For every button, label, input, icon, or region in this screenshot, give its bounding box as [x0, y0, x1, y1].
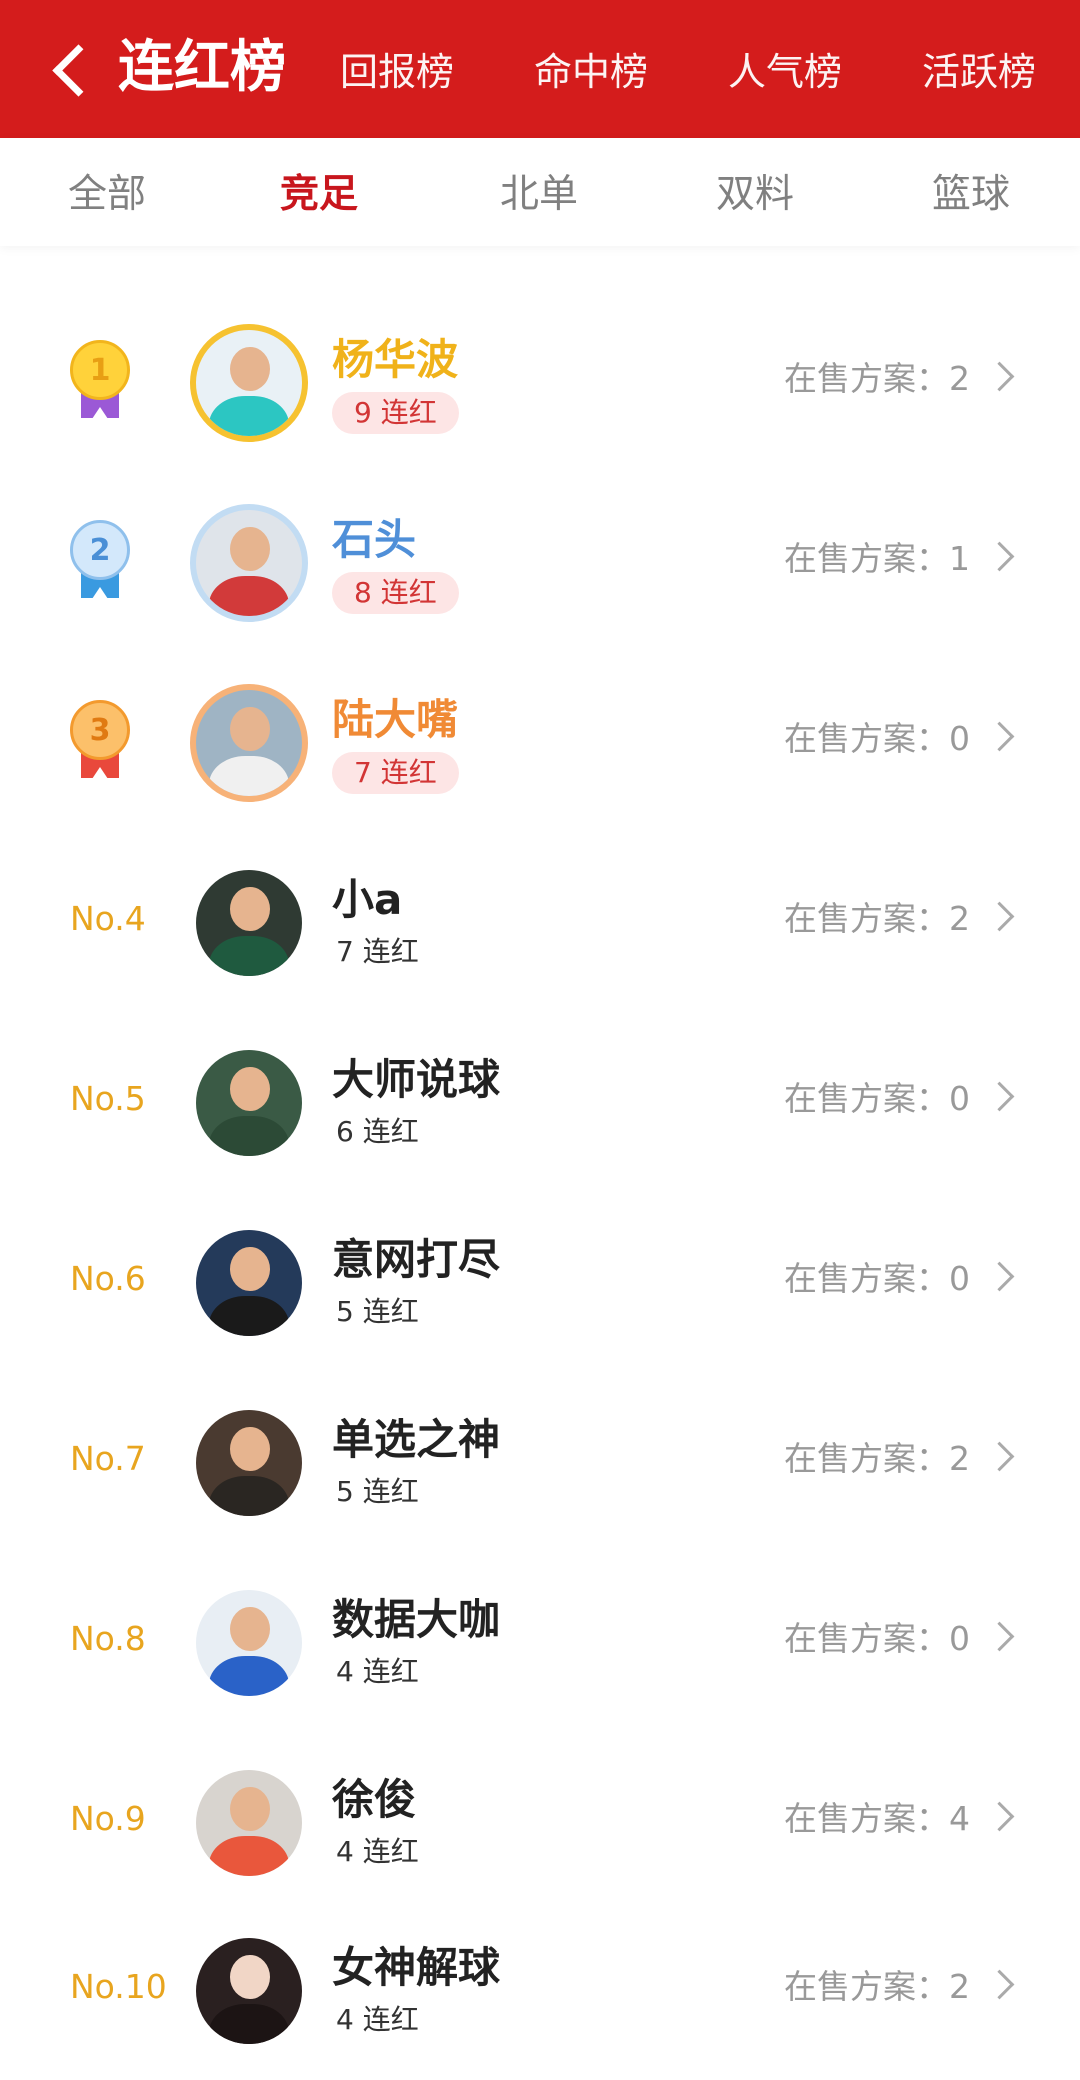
- expert-name[interactable]: 石头: [332, 512, 416, 568]
- rank-number: No.7: [70, 1439, 146, 1478]
- expert-name[interactable]: 小a: [332, 872, 402, 928]
- streak-count: 4 连红: [336, 2003, 419, 2036]
- chevron-right-icon: [984, 1969, 1015, 2000]
- streak-count: 5 连红: [336, 1475, 419, 1508]
- streak-count: 4 连红: [336, 1835, 419, 1868]
- list-item[interactable]: 1 杨华波 9 连红 在售方案：2: [0, 292, 1080, 472]
- list-item[interactable]: No.8 数据大咖 4 连红 在售方案：0: [0, 1552, 1080, 1732]
- avatar[interactable]: [196, 1938, 302, 2044]
- chevron-right-icon: [984, 1441, 1015, 1472]
- on-sale-plans[interactable]: 在售方案：0: [784, 1254, 970, 1304]
- streak-count: 5 连红: [336, 1295, 419, 1328]
- list-item[interactable]: No.6 意网打尽 5 连红 在售方案：0: [0, 1192, 1080, 1372]
- on-sale-plans[interactable]: 在售方案：0: [784, 1074, 970, 1124]
- rank-number: No.9: [70, 1799, 146, 1838]
- avatar[interactable]: [190, 324, 308, 442]
- avatar[interactable]: [196, 1050, 302, 1156]
- top-nav-bar: 连红榜 回报榜 命中榜 人气榜 活跃榜: [0, 0, 1080, 138]
- silver-medal-icon: 2: [68, 520, 132, 600]
- on-sale-plans[interactable]: 在售方案：4: [784, 1794, 970, 1844]
- streak-badge: 9 连红: [332, 392, 459, 434]
- expert-name[interactable]: 徐俊: [332, 1772, 416, 1828]
- page-title: 连红榜: [118, 35, 286, 100]
- rank-number: No.4: [70, 899, 146, 938]
- chevron-right-icon: [984, 1081, 1015, 1112]
- list-item[interactable]: No.7 单选之神 5 连红 在售方案：2: [0, 1372, 1080, 1552]
- on-sale-plans[interactable]: 在售方案：1: [784, 534, 970, 584]
- bronze-medal-icon: 3: [68, 700, 132, 780]
- expert-name[interactable]: 陆大嘴: [332, 692, 458, 748]
- list-item[interactable]: No.5 大师说球 6 连红 在售方案：0: [0, 1012, 1080, 1192]
- tab-activity-rank[interactable]: 活跃榜: [922, 44, 1036, 100]
- streak-badge: 7 连红: [332, 752, 459, 794]
- subtab-jingzu[interactable]: 竞足: [280, 170, 358, 220]
- on-sale-plans[interactable]: 在售方案：2: [784, 354, 970, 404]
- avatar[interactable]: [196, 1770, 302, 1876]
- chevron-right-icon: [984, 1801, 1015, 1832]
- back-arrow-icon[interactable]: [50, 30, 90, 106]
- expert-name[interactable]: 女神解球: [332, 1940, 500, 1996]
- list-item[interactable]: 2 石头 8 连红 在售方案：1: [0, 472, 1080, 652]
- chevron-right-icon: [984, 541, 1015, 572]
- rank-number: No.6: [70, 1259, 146, 1298]
- expert-name[interactable]: 单选之神: [332, 1412, 500, 1468]
- chevron-right-icon: [984, 901, 1015, 932]
- streak-count: 6 连红: [336, 1115, 419, 1148]
- avatar[interactable]: [196, 1230, 302, 1336]
- expert-name[interactable]: 杨华波: [332, 332, 458, 388]
- expert-name[interactable]: 意网打尽: [332, 1232, 500, 1288]
- avatar[interactable]: [190, 504, 308, 622]
- list-item[interactable]: 3 陆大嘴 7 连红 在售方案：0: [0, 652, 1080, 832]
- tab-hit-rank[interactable]: 命中榜: [534, 44, 648, 100]
- list-item[interactable]: No.9 徐俊 4 连红 在售方案：4: [0, 1732, 1080, 1912]
- streak-badge: 8 连红: [332, 572, 459, 614]
- avatar[interactable]: [196, 870, 302, 976]
- subtab-shuangliao[interactable]: 双料: [716, 170, 794, 220]
- on-sale-plans[interactable]: 在售方案：2: [784, 1434, 970, 1484]
- expert-name[interactable]: 数据大咖: [332, 1592, 500, 1648]
- streak-count: 4 连红: [336, 1655, 419, 1688]
- avatar[interactable]: [196, 1410, 302, 1516]
- avatar[interactable]: [190, 684, 308, 802]
- subtab-all[interactable]: 全部: [68, 170, 146, 220]
- category-tabs: 全部 竞足 北单 双料 篮球: [0, 138, 1080, 246]
- rank-number: No.10: [70, 1967, 167, 2006]
- on-sale-plans[interactable]: 在售方案：2: [784, 1962, 970, 2012]
- chevron-right-icon: [984, 1261, 1015, 1292]
- on-sale-plans[interactable]: 在售方案：0: [784, 714, 970, 764]
- avatar[interactable]: [196, 1590, 302, 1696]
- rank-number: No.8: [70, 1619, 146, 1658]
- on-sale-plans[interactable]: 在售方案：2: [784, 894, 970, 944]
- subtab-basketball[interactable]: 篮球: [932, 170, 1010, 220]
- chevron-right-icon: [984, 721, 1015, 752]
- expert-name[interactable]: 大师说球: [332, 1052, 500, 1108]
- tab-return-rank[interactable]: 回报榜: [340, 44, 454, 100]
- chevron-right-icon: [984, 361, 1015, 392]
- rank-number: No.5: [70, 1079, 146, 1118]
- list-item[interactable]: No.4 小a 7 连红 在售方案：2: [0, 832, 1080, 1012]
- list-item[interactable]: No.10 女神解球 4 连红 在售方案：2: [0, 1900, 1080, 2080]
- chevron-right-icon: [984, 1621, 1015, 1652]
- tab-popularity-rank[interactable]: 人气榜: [728, 44, 842, 100]
- on-sale-plans[interactable]: 在售方案：0: [784, 1614, 970, 1664]
- subtab-beidan[interactable]: 北单: [500, 170, 578, 220]
- gold-medal-icon: 1: [68, 340, 132, 420]
- streak-count: 7 连红: [336, 935, 419, 968]
